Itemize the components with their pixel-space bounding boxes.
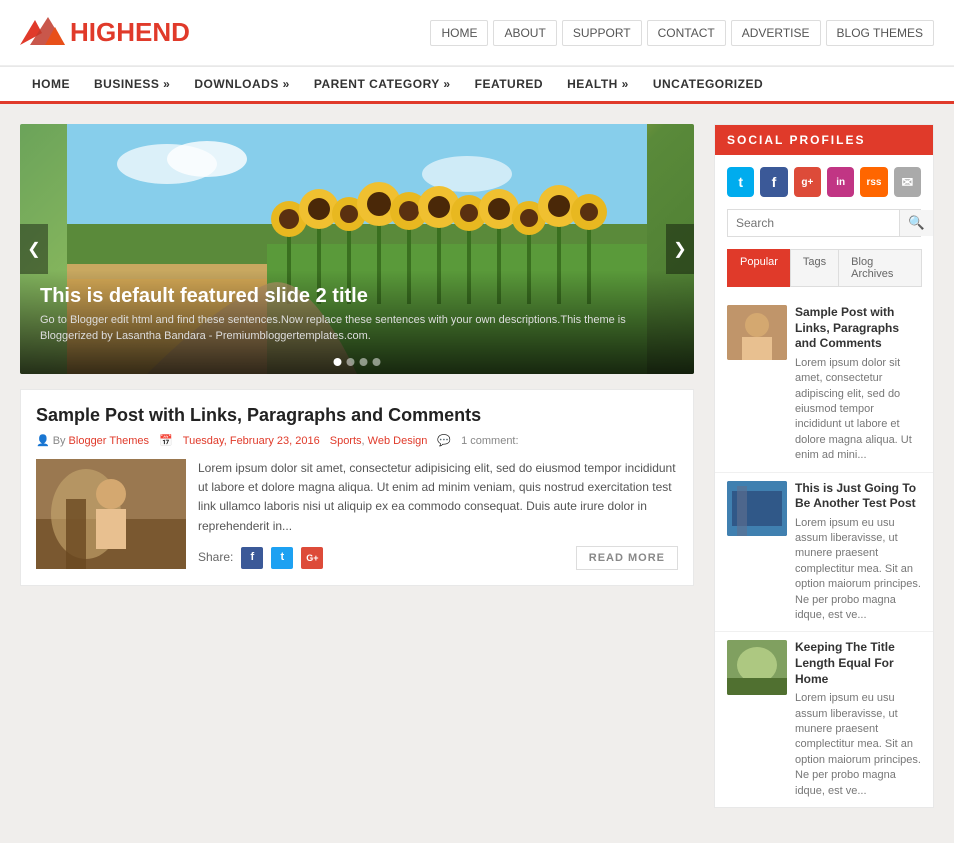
share-facebook-button[interactable]: f <box>241 547 263 569</box>
top-nav-home[interactable]: HOME <box>430 20 488 46</box>
sidebar-post-2-info: This is Just Going To Be Another Test Po… <box>795 481 921 624</box>
nav-downloads[interactable]: DOWNLOADS » <box>182 67 302 101</box>
top-nav-about[interactable]: ABOUT <box>493 20 556 46</box>
read-more-button[interactable]: READ MORE <box>576 546 678 570</box>
slider: ❮ ❯ This is default featured slide 2 tit… <box>20 124 694 374</box>
search-button[interactable]: 🔍 <box>899 210 933 236</box>
sidebar-post-1: Sample Post with Links, Paragraphs and C… <box>715 297 933 473</box>
share-twitter-button[interactable]: t <box>271 547 293 569</box>
sidebar-post-1-thumb <box>727 305 787 360</box>
sidebar-post-2-thumb <box>727 481 787 536</box>
slider-next-button[interactable]: ❯ <box>666 224 694 274</box>
logo-icon <box>20 15 65 50</box>
search-box: 🔍 <box>727 209 921 237</box>
social-facebook[interactable]: f <box>760 167 787 197</box>
article-body: Lorem ipsum dolor sit amet, consectetur … <box>36 459 678 570</box>
sidebar-post-2-desc: Lorem ipsum eu usu assum liberavisse, ut… <box>795 516 921 624</box>
sidebar-post-2: This is Just Going To Be Another Test Po… <box>715 473 933 633</box>
top-nav-advertise[interactable]: ADVERTISE <box>731 20 821 46</box>
slider-dot-1[interactable] <box>334 358 342 366</box>
slider-dots <box>334 358 381 366</box>
nav-home[interactable]: HOME <box>20 67 82 101</box>
sidebar-post-1-info: Sample Post with Links, Paragraphs and C… <box>795 305 921 464</box>
nav-featured[interactable]: FEATURED <box>463 67 555 101</box>
share-row: Share: f t G+ READ MORE <box>198 546 678 570</box>
sidebar-post-3-desc: Lorem ipsum eu usu assum liberavisse, ut… <box>795 691 921 799</box>
sidebar-post-2-title[interactable]: This is Just Going To Be Another Test Po… <box>795 481 921 512</box>
tab-blog-archives[interactable]: Blog Archives <box>838 249 922 287</box>
top-nav-blog-themes[interactable]: BLOG THEMES <box>826 20 934 46</box>
search-input[interactable] <box>728 210 899 236</box>
slider-dot-4[interactable] <box>373 358 381 366</box>
logo[interactable]: HIGHEND <box>20 15 190 50</box>
social-email[interactable]: ✉ <box>894 167 921 197</box>
sidebar: SOCIAL PROFILES t f g+ in rss ✉ 🔍 Popula… <box>714 124 934 823</box>
sidebar-post-3-info: Keeping The Title Length Equal For Home … <box>795 640 921 799</box>
article-thumbnail <box>36 459 186 569</box>
top-nav: HOME ABOUT SUPPORT CONTACT ADVERTISE BLO… <box>430 20 934 46</box>
tag-sports[interactable]: Sports <box>330 435 362 447</box>
user-icon: 👤 <box>36 434 50 447</box>
article-author: 👤 By Blogger Themes <box>36 434 149 447</box>
social-icons-row: t f g+ in rss ✉ <box>715 155 933 209</box>
slider-description: Go to Blogger edit html and find these s… <box>40 313 674 344</box>
nav-parent-category[interactable]: PARENT CATEGORY » <box>302 67 463 101</box>
article-thumb-image <box>36 459 186 569</box>
article-comments-icon: 💬 <box>437 434 451 447</box>
slider-prev-button[interactable]: ❮ <box>20 224 48 274</box>
share-label: Share: <box>198 548 233 567</box>
social-profiles-header: SOCIAL PROFILES <box>715 125 933 155</box>
social-instagram[interactable]: in <box>827 167 854 197</box>
share-googleplus-button[interactable]: G+ <box>301 547 323 569</box>
article-title[interactable]: Sample Post with Links, Paragraphs and C… <box>36 405 678 426</box>
article-text: Lorem ipsum dolor sit amet, consectetur … <box>198 459 678 570</box>
article-tags: Sports, Web Design <box>330 435 428 447</box>
sidebar-post-3-title[interactable]: Keeping The Title Length Equal For Home <box>795 640 921 687</box>
top-nav-support[interactable]: SUPPORT <box>562 20 642 46</box>
article-meta: 👤 By Blogger Themes 📅 Tuesday, February … <box>36 434 678 447</box>
main-content: ❮ ❯ This is default featured slide 2 tit… <box>20 124 694 823</box>
top-header: HIGHEND HOME ABOUT SUPPORT CONTACT ADVER… <box>0 0 954 66</box>
article-comments[interactable]: 1 comment: <box>461 435 518 447</box>
slider-title: This is default featured slide 2 title <box>40 285 674 308</box>
nav-uncategorized[interactable]: UNCATEGORIZED <box>641 67 775 101</box>
tab-popular[interactable]: Popular <box>727 249 791 287</box>
logo-text: HIGHEND <box>70 17 190 48</box>
social-gplus[interactable]: g+ <box>794 167 821 197</box>
social-twitter[interactable]: t <box>727 167 754 197</box>
article-date: Tuesday, February 23, 2016 <box>183 435 320 447</box>
nav-business[interactable]: BUSINESS » <box>82 67 182 101</box>
top-nav-contact[interactable]: CONTACT <box>647 20 726 46</box>
sidebar-post-1-desc: Lorem ipsum dolor sit amet, consectetur … <box>795 356 921 464</box>
main-nav: HOME BUSINESS » DOWNLOADS » PARENT CATEG… <box>0 66 954 104</box>
author-link[interactable]: Blogger Themes <box>69 435 150 447</box>
sidebar-post-1-title[interactable]: Sample Post with Links, Paragraphs and C… <box>795 305 921 352</box>
nav-health[interactable]: HEALTH » <box>555 67 641 101</box>
social-rss[interactable]: rss <box>860 167 887 197</box>
social-profiles-section: SOCIAL PROFILES t f g+ in rss ✉ 🔍 Popula… <box>714 124 934 808</box>
slider-dot-3[interactable] <box>360 358 368 366</box>
slider-dot-2[interactable] <box>347 358 355 366</box>
tab-tags[interactable]: Tags <box>790 249 839 287</box>
tabs-row: Popular Tags Blog Archives <box>727 249 921 287</box>
article: Sample Post with Links, Paragraphs and C… <box>20 389 694 586</box>
sidebar-post-3: Keeping The Title Length Equal For Home … <box>715 632 933 807</box>
article-date-icon: 📅 <box>159 434 173 447</box>
tag-webdesign[interactable]: Web Design <box>368 435 428 447</box>
sidebar-post-3-thumb <box>727 640 787 695</box>
